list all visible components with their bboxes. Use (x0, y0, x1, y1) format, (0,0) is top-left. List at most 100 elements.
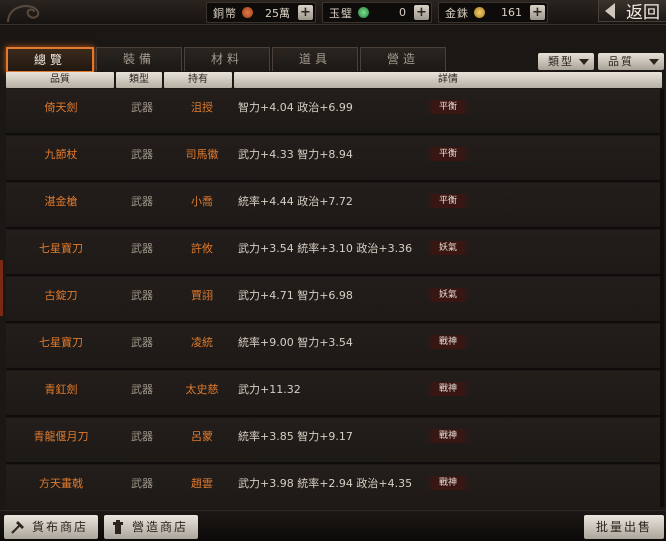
resource-jade: 玉璧 0 + (322, 2, 432, 23)
item-badge: 妖氣 (426, 241, 470, 255)
tab-materials[interactable]: 材料 (184, 47, 270, 71)
item-name: 湛金槍 (44, 195, 78, 208)
bottom-bar: 貨布商店 營造商店 批量出售 (0, 510, 666, 541)
item-badge: 戰神 (426, 335, 470, 349)
item-type: 武器 (131, 242, 153, 255)
item-detail: 統率+9.00 智力+3.54 (238, 336, 353, 349)
tower-icon (113, 520, 123, 534)
table-row[interactable]: 七星寶刀 武器 凌統 統率+9.00 智力+3.54 戰神 (6, 324, 660, 370)
resource-label: 銅幣 (213, 6, 237, 20)
item-type: 武器 (131, 383, 153, 396)
item-type: 武器 (131, 101, 153, 114)
item-badge: 戰神 (426, 429, 470, 443)
bulk-sell-button[interactable]: 批量出售 (584, 515, 664, 539)
item-type: 武器 (131, 477, 153, 490)
item-detail: 武力+4.33 智力+8.94 (238, 148, 353, 161)
currency-shop-button[interactable]: 貨布商店 (4, 515, 98, 539)
item-badge: 平衡 (426, 147, 470, 161)
table-row[interactable]: 倚天劍 武器 沮授 智力+4.04 政治+6.99 平衡 (6, 89, 660, 135)
tab-overview[interactable]: 總覽 (6, 47, 94, 73)
resource-label: 金銖 (445, 6, 469, 20)
back-arrow-icon (605, 3, 615, 19)
item-type: 武器 (131, 336, 153, 349)
tab-items[interactable]: 道具 (272, 47, 358, 71)
table-header: 品質 類型 持有 詳情 (6, 72, 666, 88)
item-detail: 武力+3.98 統率+2.94 政治+4.35 (238, 477, 413, 490)
item-badge: 平衡 (426, 100, 470, 114)
copper-coin-icon (242, 7, 253, 18)
item-type: 武器 (131, 195, 153, 208)
item-name: 方天畫戟 (39, 477, 83, 490)
item-owner: 小喬 (191, 195, 213, 208)
item-type: 武器 (131, 148, 153, 161)
side-accent (0, 260, 3, 316)
item-name: 青龍偃月刀 (33, 430, 89, 443)
item-owner: 司馬徽 (185, 148, 219, 161)
back-label: 返回 (626, 3, 660, 23)
table-row[interactable]: 青龍偃月刀 武器 呂蒙 統率+3.85 智力+9.17 戰神 (6, 418, 660, 464)
build-shop-button[interactable]: 營造商店 (104, 515, 198, 539)
sort-quality-dropdown[interactable]: 品質 (598, 53, 664, 70)
jade-coin-icon (358, 7, 369, 18)
item-badge: 平衡 (426, 194, 470, 208)
table-row[interactable]: 湛金槍 武器 小喬 統率+4.44 政治+7.72 平衡 (6, 183, 660, 229)
table-row[interactable]: 古錠刀 武器 賈詡 武力+4.71 智力+6.98 妖氣 (6, 277, 660, 323)
item-name: 古錠刀 (44, 289, 78, 302)
back-button[interactable]: 返回 (598, 0, 666, 23)
item-detail: 統率+3.85 智力+9.17 (238, 430, 353, 443)
dropdown-arrow-icon (649, 59, 659, 65)
item-owner: 賈詡 (191, 289, 213, 302)
item-badge: 妖氣 (426, 288, 470, 302)
top-bar: 銅幣 25萬 + 玉璧 0 + 金銖 161 + 返回 (0, 0, 666, 25)
item-owner: 呂蒙 (191, 430, 213, 443)
item-name: 九節杖 (44, 148, 78, 161)
item-owner: 太史慈 (185, 383, 219, 396)
resource-value: 0 (399, 6, 406, 19)
equipment-list: 倚天劍 武器 沮授 智力+4.04 政治+6.99 平衡 九節杖 武器 司馬徽 … (6, 89, 660, 509)
item-badge: 戰神 (426, 476, 470, 490)
resource-value: 161 (501, 6, 522, 19)
dropdown-arrow-icon (579, 59, 589, 65)
column-header-detail: 詳情 (234, 72, 662, 88)
item-detail: 智力+4.04 政治+6.99 (238, 101, 353, 114)
table-row[interactable]: 青釭劍 武器 太史慈 武力+11.32 戰神 (6, 371, 660, 417)
resource-copper: 銅幣 25萬 + (206, 2, 316, 23)
resource-label: 玉璧 (329, 6, 353, 20)
item-owner: 沮授 (191, 101, 213, 114)
table-row[interactable]: 七星寶刀 武器 許攸 武力+3.54 統率+3.10 政治+3.36 妖氣 (6, 230, 660, 276)
item-owner: 趙雲 (191, 477, 213, 490)
list-scrollbar[interactable] (660, 89, 664, 507)
item-type: 武器 (131, 430, 153, 443)
item-detail: 統率+4.44 政治+7.72 (238, 195, 353, 208)
column-header-owner[interactable]: 持有 (164, 72, 232, 88)
item-detail: 武力+3.54 統率+3.10 政治+3.36 (238, 242, 413, 255)
column-header-type[interactable]: 類型 (116, 72, 162, 88)
item-owner: 凌統 (191, 336, 213, 349)
swirl-ornament-icon (7, 5, 40, 23)
item-badge: 戰神 (426, 382, 470, 396)
sort-type-dropdown[interactable]: 類型 (538, 53, 594, 70)
item-detail: 武力+11.32 (238, 383, 301, 396)
add-copper-button[interactable]: + (298, 5, 313, 20)
item-name: 青釭劍 (44, 383, 78, 396)
tab-building[interactable]: 營造 (360, 47, 446, 71)
column-header-quality[interactable]: 品質 (6, 72, 114, 88)
tab-equipment[interactable]: 裝備 (96, 47, 182, 71)
add-gold-button[interactable]: + (530, 5, 545, 20)
table-row[interactable]: 方天畫戟 武器 趙雲 武力+3.98 統率+2.94 政治+4.35 戰神 (6, 465, 660, 509)
item-name: 七星寶刀 (39, 336, 83, 349)
add-jade-button[interactable]: + (414, 5, 429, 20)
item-name: 倚天劍 (44, 101, 78, 114)
resource-value: 25萬 (265, 6, 290, 20)
item-detail: 武力+4.71 智力+6.98 (238, 289, 353, 302)
gold-coin-icon (474, 7, 485, 18)
hammer-icon (11, 521, 24, 534)
item-type: 武器 (131, 289, 153, 302)
bulk-sell-label: 批量出售 (595, 520, 652, 534)
build-shop-label: 營造商店 (132, 520, 189, 534)
item-name: 七星寶刀 (39, 242, 83, 255)
sort-type-label: 類型 (548, 55, 574, 68)
resource-gold: 金銖 161 + (438, 2, 548, 23)
table-row[interactable]: 九節杖 武器 司馬徽 武力+4.33 智力+8.94 平衡 (6, 136, 660, 182)
item-owner: 許攸 (191, 242, 213, 255)
